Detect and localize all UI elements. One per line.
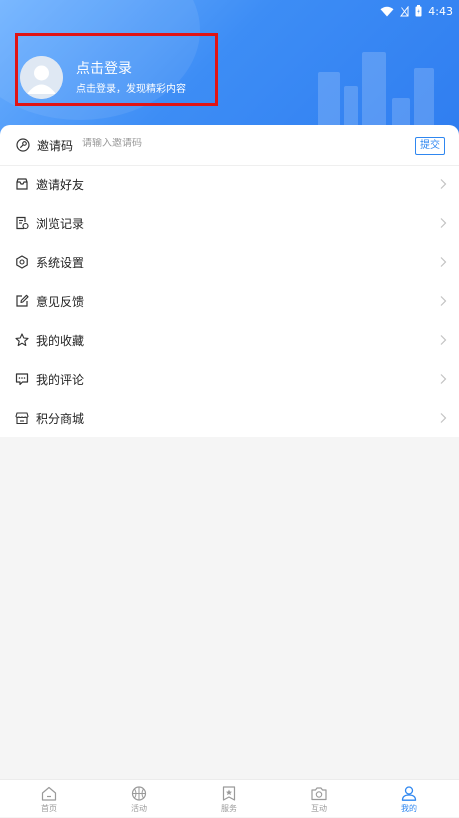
key-icon	[16, 138, 30, 152]
status-time: 4:43	[428, 4, 453, 18]
login-subtitle[interactable]: 点击登录，发现精彩内容	[76, 80, 186, 95]
chevron-right-icon	[440, 413, 447, 423]
header-decoration	[318, 72, 340, 132]
menu-item-comments[interactable]: 我的评论	[0, 360, 459, 399]
home-icon	[41, 786, 57, 801]
menu-item-label: 浏览记录	[36, 217, 85, 231]
basketball-icon	[131, 786, 147, 801]
default-avatar-icon	[20, 56, 63, 99]
battery-icon	[415, 5, 422, 17]
camera-icon	[311, 787, 327, 801]
wifi-icon	[380, 6, 394, 16]
menu-item-label: 系统设置	[36, 256, 85, 270]
tab-label: 互动	[311, 804, 327, 813]
menu-card: 邀请码 提交 邀请好友 浏览记录 系统设置	[0, 125, 459, 437]
comment-icon	[15, 373, 29, 386]
edit-icon	[16, 294, 29, 307]
menu-item-history[interactable]: 浏览记录	[0, 204, 459, 243]
signal-icon	[400, 5, 409, 16]
header-decoration	[414, 68, 434, 132]
avatar[interactable]	[20, 56, 63, 99]
tab-services[interactable]: 服务	[199, 780, 259, 818]
invite-code-input[interactable]	[82, 138, 402, 149]
tab-label: 服务	[221, 804, 237, 813]
menu-item-label: 积分商城	[36, 412, 85, 426]
inbox-icon	[16, 178, 28, 190]
menu-item-label: 我的评论	[36, 373, 85, 387]
star-icon	[15, 333, 29, 347]
tab-label: 活动	[131, 804, 147, 813]
submit-button[interactable]: 提交	[415, 137, 445, 155]
menu-item-feedback[interactable]: 意见反馈	[0, 282, 459, 321]
bookmark-star-icon	[222, 786, 236, 801]
menu-item-label: 我的收藏	[36, 334, 85, 348]
menu-item-label: 意见反馈	[36, 295, 85, 309]
tab-label: 我的	[401, 804, 417, 813]
shop-icon	[15, 412, 29, 425]
history-icon	[16, 216, 29, 230]
status-bar: 4:43	[380, 2, 453, 20]
tab-home[interactable]: 首页	[19, 780, 79, 818]
tab-mine[interactable]: 我的	[379, 780, 439, 818]
bottom-tab-bar: 首页 活动 服务 互动 我的	[0, 779, 459, 817]
tab-activities[interactable]: 活动	[109, 780, 169, 818]
invite-code-row: 邀请码 提交	[0, 125, 459, 166]
invite-code-label: 邀请码	[37, 139, 74, 153]
tab-label: 首页	[41, 804, 57, 813]
gear-icon	[16, 255, 28, 269]
menu-item-label: 邀请好友	[36, 178, 85, 192]
chevron-right-icon	[440, 335, 447, 345]
menu-item-invite-friends[interactable]: 邀请好友	[0, 165, 459, 204]
user-icon	[401, 786, 417, 801]
menu-item-favorites[interactable]: 我的收藏	[0, 321, 459, 360]
chevron-right-icon	[440, 296, 447, 306]
chevron-right-icon	[440, 374, 447, 384]
login-title[interactable]: 点击登录	[76, 58, 132, 78]
menu-item-points-mall[interactable]: 积分商城	[0, 399, 459, 438]
header-decoration	[362, 52, 386, 132]
chevron-right-icon	[440, 257, 447, 267]
tab-interaction[interactable]: 互动	[289, 780, 349, 818]
chevron-right-icon	[440, 179, 447, 189]
menu-item-settings[interactable]: 系统设置	[0, 243, 459, 282]
chevron-right-icon	[440, 218, 447, 228]
